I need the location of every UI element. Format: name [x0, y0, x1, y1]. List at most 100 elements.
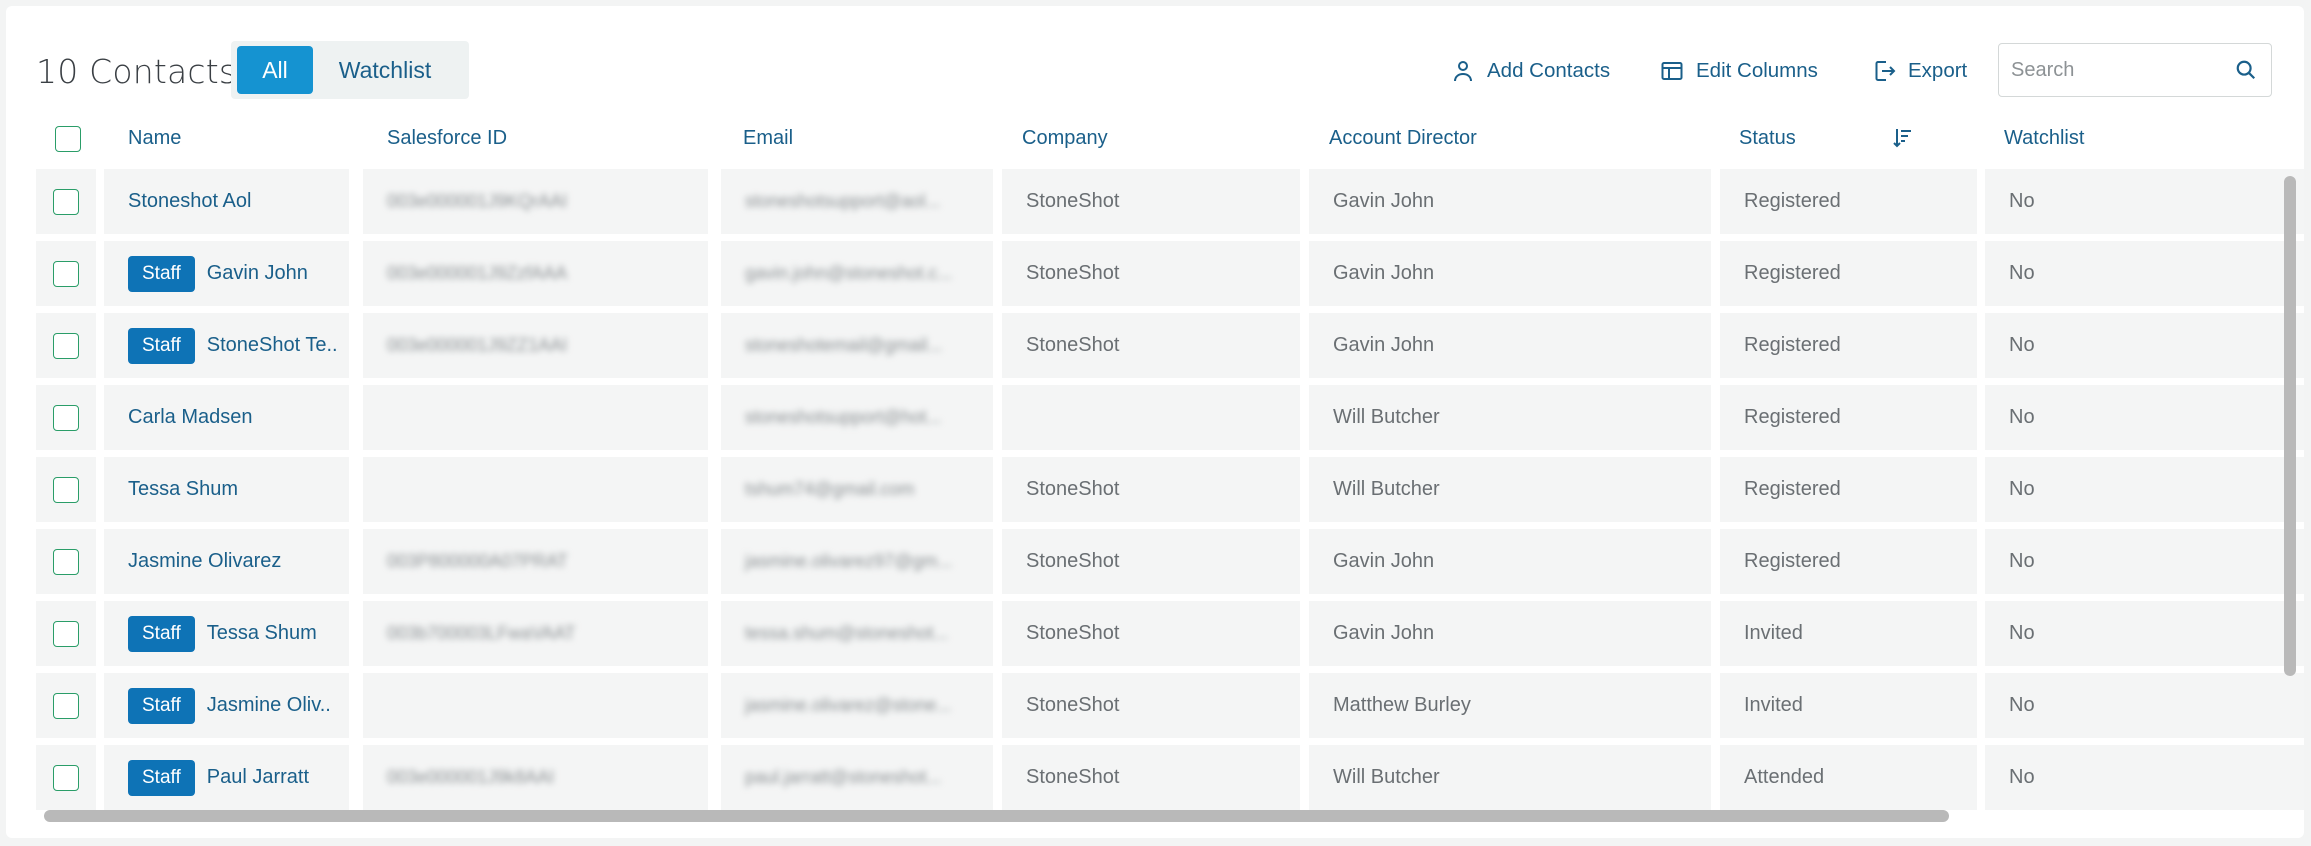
cell-sfid: 003e000001J9ZZ1AAI [363, 313, 708, 378]
staff-badge: Staff [128, 615, 195, 652]
contacts-count-title: 10 Contacts [36, 52, 237, 91]
contact-name-link[interactable]: Tessa Shum [128, 478, 238, 501]
export-button[interactable]: Export [1872, 56, 1967, 86]
table-row[interactable]: Staff StoneShot Te.. 003e000001J9ZZ1AAI sto… [36, 313, 2304, 385]
cell-text-company: StoneShot [1026, 190, 1120, 212]
cell-sfid: 003e000001J9ZzfAAA [363, 241, 708, 306]
table-row[interactable]: Staff Tessa Shum 003b700003LFwaVAAT tessa.s… [36, 601, 2304, 673]
cell-text-sfid: 003e000001J9ZzfAAA [387, 263, 568, 283]
contact-name-link[interactable]: Jasmine Oliv.. [207, 694, 331, 717]
cell-director: Will Butcher [1309, 385, 1711, 450]
export-icon [1875, 61, 1896, 81]
cell-text-status: Invited [1744, 694, 1803, 716]
table-row[interactable]: Carla Madsen stoneshotsupport@hot... Will … [36, 385, 2304, 457]
contact-name-link[interactable]: Carla Madsen [128, 406, 253, 429]
cell-email: stoneshotsupport@hot... [721, 385, 993, 450]
vertical-scrollbar[interactable] [2284, 176, 2296, 676]
column-header-watchlist[interactable]: Watchlist [2004, 118, 2084, 158]
search-input[interactable] [2011, 54, 2221, 86]
cell-text-email: jasmine.olivarez97@gm... [745, 551, 953, 571]
row-checkbox[interactable] [53, 476, 79, 503]
edit-columns-button[interactable]: Edit Columns [1660, 56, 1818, 86]
sort-descending-icon[interactable] [1890, 126, 1914, 150]
contact-name-link[interactable]: Gavin John [207, 262, 308, 285]
cell-text-watchlist: No [2009, 550, 2035, 572]
row-checkbox[interactable] [53, 260, 79, 287]
row-checkbox[interactable] [53, 620, 79, 647]
cell-email: jasmine.olivarez97@gm... [721, 529, 993, 594]
cell-text-watchlist: No [2009, 334, 2035, 356]
table-row[interactable]: Stoneshot Aol 003e000001J9KQrAAI stoneshot… [36, 169, 2304, 241]
cell-text-director: Gavin John [1333, 334, 1435, 356]
cell-watchlist: No [1985, 385, 2304, 450]
cell-text-status: Attended [1744, 766, 1825, 788]
cell-name: Carla Madsen [104, 385, 349, 450]
contacts-header: 10 Contacts All Watchlist Add Contacts E… [6, 6, 2304, 126]
table-row[interactable]: Staff Paul Jarratt 003e000001J9k8AAI paul.j… [36, 745, 2304, 817]
edit-columns-label: Edit Columns [1696, 59, 1818, 82]
cell-text-email: gavin.john@stoneshot.c... [745, 263, 953, 283]
column-header-email[interactable]: Email [743, 118, 793, 158]
column-header-name[interactable]: Name [128, 118, 181, 158]
add-contacts-button[interactable]: Add Contacts [1451, 56, 1610, 86]
cell-text-status: Registered [1744, 334, 1841, 356]
row-checkbox[interactable] [53, 332, 79, 359]
row-checkbox[interactable] [53, 188, 79, 215]
cell-text-watchlist: No [2009, 478, 2035, 500]
cell-name: Staff Gavin John [104, 241, 349, 306]
table-row[interactable]: Staff Jasmine Oliv.. jasmine.olivarez@ston… [36, 673, 2304, 745]
select-all-checkbox[interactable] [55, 126, 81, 152]
cell-director: Gavin John [1309, 601, 1711, 666]
cell-status: Registered [1720, 169, 1977, 234]
cell-director: Will Butcher [1309, 745, 1711, 810]
cell-company: StoneShot [1002, 745, 1300, 810]
contact-name-link[interactable]: Paul Jarratt [207, 766, 309, 789]
cell-name: Staff Tessa Shum [104, 601, 349, 666]
row-checkbox[interactable] [53, 404, 79, 431]
columns-icon [1661, 62, 1683, 80]
row-checkbox[interactable] [53, 764, 79, 791]
cell-text-company: StoneShot [1026, 334, 1120, 356]
column-header-salesforce-id[interactable]: Salesforce ID [387, 118, 507, 158]
table-row[interactable]: Tessa Shum tshum74@gmail.com StoneShot Will… [36, 457, 2304, 529]
cell-email: gavin.john@stoneshot.c... [721, 241, 993, 306]
contacts-panel: 10 Contacts All Watchlist Add Contacts E… [6, 6, 2304, 838]
cell-watchlist: No [1985, 313, 2304, 378]
row-select-cell [36, 601, 96, 666]
cell-watchlist: No [1985, 673, 2304, 738]
cell-company: StoneShot [1002, 169, 1300, 234]
person-icon [1454, 61, 1472, 82]
cell-text-watchlist: No [2009, 190, 2035, 212]
cell-company: StoneShot [1002, 529, 1300, 594]
table-row[interactable]: Staff Gavin John 003e000001J9ZzfAAA gavin.j… [36, 241, 2304, 313]
cell-text-company: StoneShot [1026, 622, 1120, 644]
cell-text-watchlist: No [2009, 262, 2035, 284]
cell-status: Registered [1720, 241, 1977, 306]
column-header-account-director[interactable]: Account Director [1329, 118, 1477, 158]
cell-text-watchlist: No [2009, 622, 2035, 644]
contact-name-link[interactable]: Tessa Shum [207, 622, 317, 645]
table-row[interactable]: Jasmine Olivarez 003P800000A07PRAT jasmine… [36, 529, 2304, 601]
cell-text-watchlist: No [2009, 766, 2035, 788]
cell-company [1002, 385, 1300, 450]
contact-name-link[interactable]: Jasmine Olivarez [128, 550, 281, 573]
search-icon[interactable] [2235, 59, 2257, 81]
cell-email: stoneshotemail@gmail... [721, 313, 993, 378]
cell-sfid [363, 457, 708, 522]
cell-director: Gavin John [1309, 529, 1711, 594]
cell-text-company: StoneShot [1026, 262, 1120, 284]
cell-text-director: Matthew Burley [1333, 694, 1471, 716]
row-checkbox[interactable] [53, 548, 79, 575]
filter-all-button[interactable]: All [237, 46, 313, 94]
cell-watchlist: No [1985, 457, 2304, 522]
column-header-company[interactable]: Company [1022, 118, 1108, 158]
contact-name-link[interactable]: StoneShot Te.. [207, 334, 338, 357]
column-header-status[interactable]: Status [1739, 118, 1796, 158]
horizontal-scrollbar[interactable] [44, 810, 1949, 822]
search-field[interactable] [1998, 43, 2272, 97]
cell-email: tshum74@gmail.com [721, 457, 993, 522]
row-checkbox[interactable] [53, 692, 79, 719]
contact-name-link[interactable]: Stoneshot Aol [128, 190, 251, 213]
cell-director: Gavin John [1309, 313, 1711, 378]
filter-watchlist-button[interactable]: Watchlist [313, 46, 457, 94]
